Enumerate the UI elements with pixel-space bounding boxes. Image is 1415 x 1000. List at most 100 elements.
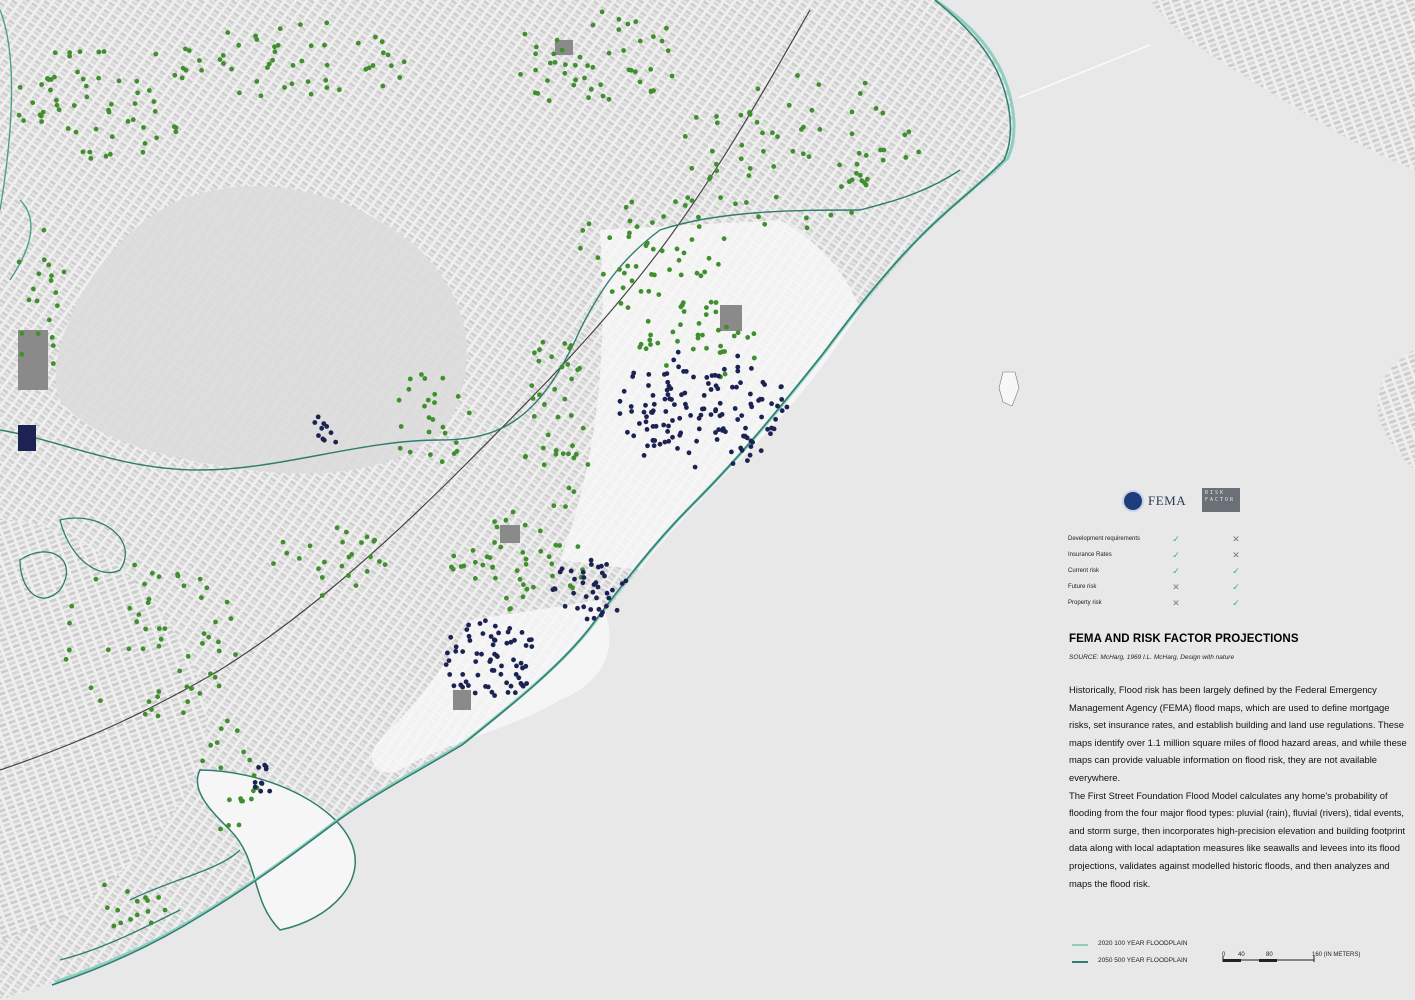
risk-dot xyxy=(648,342,653,347)
risk-dot xyxy=(162,907,168,913)
comparison-label: Future risk xyxy=(1068,584,1097,590)
risk-dot xyxy=(71,103,77,108)
risk-dot xyxy=(533,51,538,57)
risk-dot xyxy=(226,823,232,828)
risk-dot xyxy=(428,452,433,458)
risk-dot xyxy=(514,568,520,573)
risk-dot xyxy=(316,566,321,572)
risk-dot xyxy=(440,424,446,430)
high-risk-dot xyxy=(523,643,529,648)
risk-dot xyxy=(606,96,612,102)
high-risk-dot xyxy=(694,438,699,444)
risk-dot xyxy=(552,60,558,65)
risk-dot xyxy=(49,273,54,279)
risk-dot xyxy=(50,343,56,348)
high-risk-dot xyxy=(504,680,509,686)
risk-dot xyxy=(461,563,467,569)
risk-dot xyxy=(466,410,472,416)
risk-dot xyxy=(751,331,757,337)
risk-dot xyxy=(339,563,345,569)
high-risk-dot xyxy=(672,402,677,407)
risk-dot xyxy=(145,909,151,914)
risk-dot xyxy=(218,826,223,832)
high-risk-dot xyxy=(735,353,741,359)
risk-dot xyxy=(61,269,67,275)
risk-dot xyxy=(66,647,72,653)
high-risk-dot xyxy=(571,590,576,596)
check-icon: ✓ xyxy=(1172,565,1180,576)
risk-dot xyxy=(108,151,113,157)
risk-dot xyxy=(716,261,721,267)
risk-dot xyxy=(523,561,529,567)
high-risk-dot xyxy=(650,438,656,443)
risk-dot xyxy=(379,39,385,45)
risk-dot xyxy=(647,337,653,343)
risk-dot xyxy=(733,201,738,207)
risk-dot xyxy=(111,923,117,929)
high-risk-dot xyxy=(670,434,675,440)
high-risk-dot xyxy=(572,576,577,582)
risk-dot xyxy=(670,329,676,335)
high-risk-dot xyxy=(524,681,529,686)
high-risk-dot xyxy=(671,357,677,363)
risk-dot xyxy=(319,593,325,598)
risk-dot xyxy=(492,519,497,524)
risk-dot xyxy=(200,758,206,764)
high-risk-dot xyxy=(498,671,504,677)
high-risk-dot xyxy=(589,562,594,567)
risk-dot xyxy=(762,221,768,227)
risk-dot xyxy=(98,698,103,704)
risk-dot xyxy=(906,129,912,135)
risk-dot xyxy=(39,119,44,124)
risk-dot xyxy=(801,124,806,130)
risk-dot xyxy=(773,194,779,200)
risk-dot xyxy=(809,107,815,113)
high-risk-dot xyxy=(663,409,669,414)
high-risk-dot xyxy=(519,630,525,635)
high-risk-dot xyxy=(447,672,453,677)
risk-dot xyxy=(152,109,158,114)
risk-dot xyxy=(151,99,157,104)
risk-dot xyxy=(678,304,684,310)
risk-dot xyxy=(718,343,723,349)
high-risk-dot xyxy=(504,640,510,646)
risk-dot xyxy=(524,586,530,592)
risk-dot xyxy=(52,74,57,80)
comparison-label: Insurance Rates xyxy=(1068,552,1112,558)
risk-dot xyxy=(680,300,686,306)
high-risk-dot xyxy=(584,616,590,622)
risk-dot xyxy=(738,156,744,162)
risk-dot xyxy=(681,309,687,314)
high-risk-dot xyxy=(463,679,469,685)
risk-dot xyxy=(296,556,302,561)
scale-tick: 0 xyxy=(1222,952,1226,958)
risk-dot xyxy=(149,570,155,576)
risk-dot xyxy=(755,86,761,92)
risk-dot xyxy=(626,67,632,73)
risk-dot xyxy=(49,335,55,340)
risk-dot xyxy=(650,220,655,226)
risk-dot xyxy=(563,62,568,67)
high-risk-dot xyxy=(664,371,670,376)
risk-dot xyxy=(355,40,361,46)
risk-dot xyxy=(707,176,712,182)
risk-dot xyxy=(510,509,516,515)
risk-dot xyxy=(236,42,242,48)
risk-dot xyxy=(344,529,349,535)
high-risk-dot xyxy=(657,441,663,447)
risk-dot xyxy=(689,165,695,171)
risk-dot xyxy=(432,391,438,397)
risk-dot xyxy=(617,267,622,272)
risk-dot xyxy=(162,626,168,631)
risk-dot xyxy=(179,75,185,81)
risk-dot xyxy=(562,341,568,346)
risk-dot xyxy=(804,225,810,231)
high-risk-dot xyxy=(505,629,511,635)
risk-dot xyxy=(440,375,446,381)
high-risk-dot xyxy=(491,637,497,643)
risk-dot xyxy=(46,317,52,323)
risk-dot xyxy=(371,538,377,544)
risk-dot xyxy=(547,60,553,66)
high-risk-dot xyxy=(646,372,652,377)
risk-dot xyxy=(573,77,578,83)
